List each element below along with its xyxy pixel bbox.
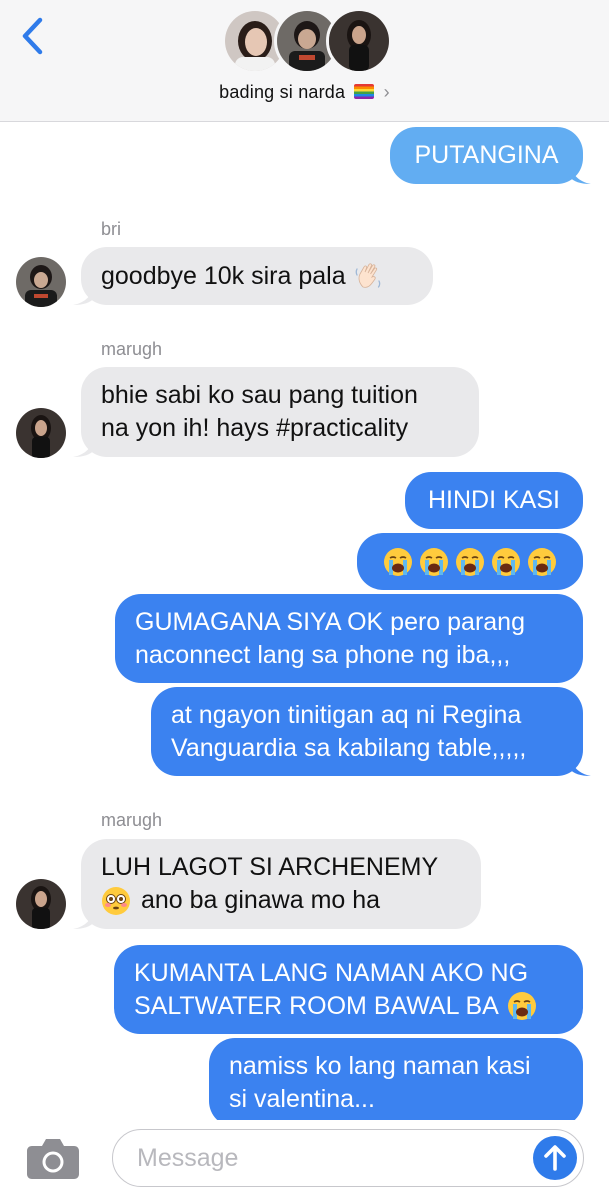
group-name: bading si narda	[219, 82, 346, 102]
bubble-tail	[73, 435, 95, 457]
avatar[interactable]	[16, 408, 66, 458]
loudly-crying-face-emoji	[507, 991, 537, 1021]
flushed-face-emoji	[101, 886, 131, 916]
chevron-left-icon	[22, 17, 43, 55]
loudly-crying-face-emoji	[455, 547, 485, 577]
outgoing-message[interactable]: namiss ko lang naman kasi si valentina..…	[209, 1038, 583, 1127]
incoming-message[interactable]: goodbye 10k sira pala	[73, 247, 433, 305]
message-line: GUMAGANA SIYA OK pero parang	[135, 607, 525, 636]
group-name-row[interactable]: bading si narda ›	[0, 82, 609, 103]
loudly-crying-face-emoji	[527, 547, 557, 577]
loudly-crying-face-emoji	[419, 547, 449, 577]
bubble-tail	[569, 162, 591, 184]
sender-name: bri	[101, 219, 122, 239]
group-avatar-3	[326, 8, 392, 74]
back-button[interactable]	[14, 14, 50, 58]
message-line: Vanguardia sa kabilang table,,,,,	[171, 733, 527, 762]
message-line: si valentina...	[229, 1084, 375, 1113]
message-line: namiss ko lang naman kasi	[229, 1051, 531, 1080]
conversation-header: bading si narda ›	[0, 0, 609, 122]
outgoing-message[interactable]: at ngayon tinitigan aq ni Regina Vanguar…	[151, 687, 591, 776]
message-line: LUH LAGOT SI ARCHENEMY	[101, 853, 439, 881]
message-line: na yon ih! hays #practicality	[101, 414, 409, 442]
group-avatars[interactable]	[222, 8, 392, 76]
message-line: naconnect lang sa phone ng iba,,,	[135, 640, 511, 669]
rainbow-flag-icon	[354, 84, 375, 99]
bubble-tail	[73, 283, 95, 305]
message-text: goodbye 10k sira pala	[101, 261, 346, 290]
avatar[interactable]	[16, 257, 66, 307]
message-text: HINDI KASI	[428, 486, 560, 514]
sender-name: marugh	[101, 339, 163, 359]
outgoing-emoji-message[interactable]	[357, 533, 583, 590]
camera-icon	[27, 1139, 79, 1179]
message-line-with-emoji: SALTWATER ROOM BAWAL BA	[134, 990, 540, 1023]
outgoing-message[interactable]: HINDI KASI	[405, 472, 583, 529]
message-line: at ngayon tinitigan aq ni Regina	[171, 700, 522, 729]
message-text: PUTANGINA	[414, 141, 559, 169]
send-button[interactable]	[533, 1136, 577, 1180]
incoming-message[interactable]: LUH LAGOT SI ARCHENEMY ano ba ginawa mo …	[73, 839, 481, 929]
message-placeholder: Message	[137, 1144, 239, 1172]
message-input[interactable]: Message	[112, 1129, 584, 1187]
sender-name: marugh	[101, 810, 163, 830]
message-line: KUMANTA LANG NAMAN AKO NG	[134, 958, 529, 987]
bubble-tail	[569, 754, 591, 776]
avatar[interactable]	[16, 879, 66, 929]
outgoing-message[interactable]: GUMAGANA SIYA OK pero parang naconnect l…	[115, 594, 583, 683]
loudly-crying-face-emoji	[491, 547, 521, 577]
waving-hand-emoji	[354, 261, 384, 291]
camera-button[interactable]	[26, 1136, 80, 1180]
outgoing-message[interactable]: KUMANTA LANG NAMAN AKO NG SALTWATER ROOM…	[114, 945, 583, 1034]
loudly-crying-face-emoji	[383, 547, 413, 577]
message-text: ano ba ginawa mo ha	[141, 886, 381, 914]
message-line: bhie sabi ko sau pang tuition	[101, 381, 418, 409]
outgoing-message[interactable]: PUTANGINA	[390, 127, 591, 184]
bubble-tail	[73, 907, 95, 929]
incoming-message[interactable]: bhie sabi ko sau pang tuition na yon ih!…	[73, 367, 479, 457]
chevron-right-icon: ›	[383, 82, 390, 102]
message-text: SALTWATER ROOM BAWAL BA	[134, 991, 499, 1020]
message-line-with-emoji: ano ba ginawa mo ha	[101, 884, 438, 917]
arrow-up-icon	[544, 1145, 566, 1171]
